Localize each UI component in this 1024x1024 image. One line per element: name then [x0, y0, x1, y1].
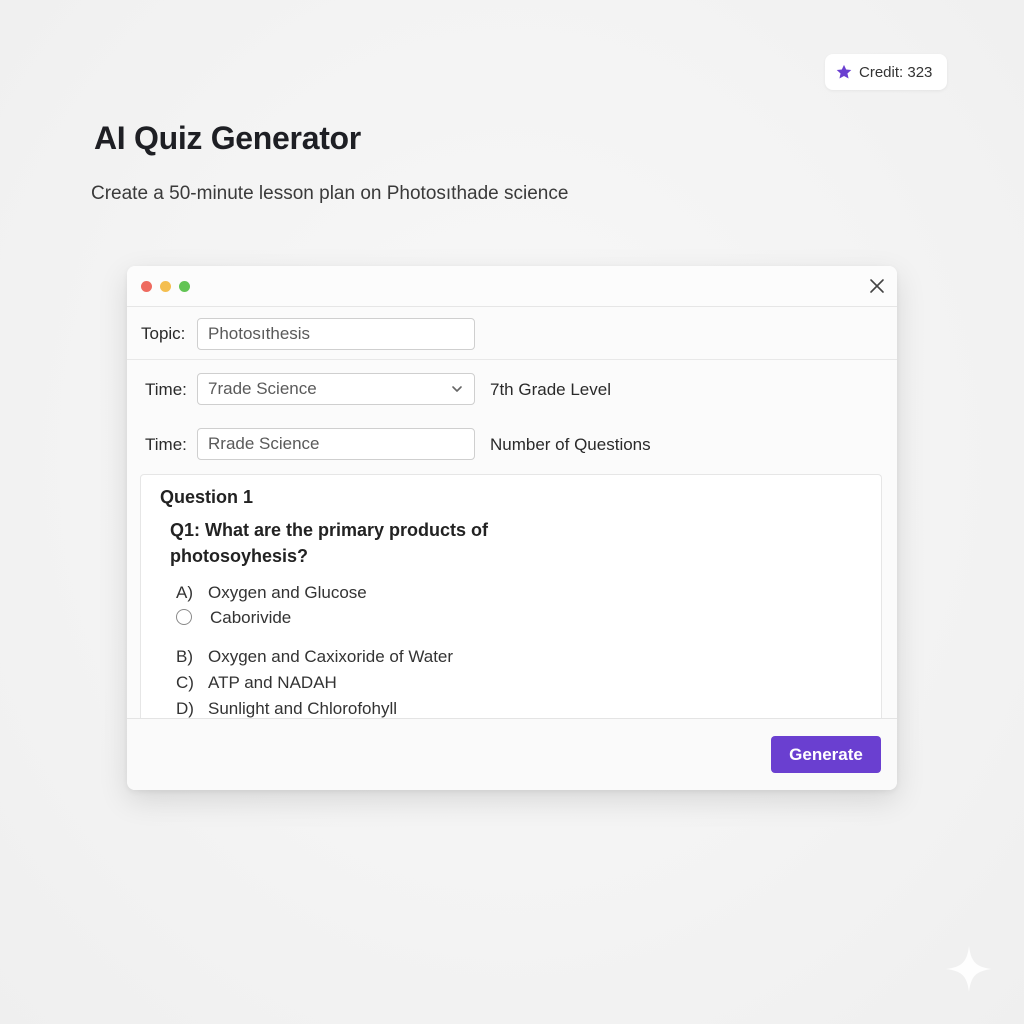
- question-heading: Question 1: [160, 487, 254, 507]
- page-title: AI Quiz Generator: [94, 120, 361, 156]
- grade-select[interactable]: 7rade Science: [197, 373, 475, 405]
- option-d[interactable]: D) Sunlight and Chlorofohyll: [176, 699, 397, 718]
- option-radio-label: Caborivide: [210, 608, 291, 628]
- option-c[interactable]: C) ATP and NADAH: [176, 673, 337, 693]
- topic-input[interactable]: Photosıthesis: [197, 318, 475, 350]
- grade-label: Time:: [145, 380, 187, 399]
- option-letter: B): [176, 647, 193, 666]
- page-subtitle: Create a 50-minute lesson plan on Photos…: [91, 183, 569, 204]
- option-text: Sunlight and Chlorofohyll: [208, 699, 398, 718]
- grade-level-label: 7th Grade Level: [490, 380, 611, 399]
- grade-select-value: 7rade Science: [208, 379, 317, 398]
- number-of-questions-label: Number of Questions: [490, 435, 651, 454]
- topic-label: Topic:: [141, 324, 186, 343]
- questions-input[interactable]: Rrade Science: [197, 428, 475, 460]
- option-radio[interactable]: [176, 609, 192, 625]
- window-close-dot[interactable]: [141, 281, 152, 292]
- generate-button[interactable]: Generate: [771, 736, 881, 773]
- option-b[interactable]: B) Oxygen and Caxixoride of Water: [176, 647, 453, 667]
- questions-label: Time:: [145, 435, 187, 454]
- questions-input-value: Rrade Science: [208, 434, 320, 453]
- option-text: Oxygen and Glucose: [208, 583, 367, 602]
- option-letter: D): [176, 699, 194, 718]
- window-minimize-dot[interactable]: [160, 281, 171, 292]
- window-maximize-dot[interactable]: [179, 281, 190, 292]
- credit-badge: Credit: 323: [825, 54, 947, 90]
- window-titlebar: [127, 266, 897, 307]
- question-card: Question 1 Q1: What are the primary prod…: [140, 474, 882, 718]
- topic-divider: [127, 359, 897, 360]
- quiz-generator-window: Topic: Photosıthesis Time: 7rade Science…: [127, 266, 897, 790]
- question-text: Q1: What are the primary products of pho…: [170, 520, 489, 566]
- sparkle-icon: [946, 946, 992, 992]
- option-text: Caborivide: [210, 608, 292, 627]
- option-text: Oxygen and Caxixoride of Water: [208, 647, 454, 666]
- option-letter: C): [176, 673, 194, 692]
- option-a[interactable]: A) Oxygen and Glucose: [176, 583, 367, 603]
- star-icon: [835, 63, 853, 81]
- option-text: ATP and NADAH: [208, 673, 337, 692]
- chevron-down-icon: [452, 386, 462, 392]
- topic-input-value: Photosıthesis: [208, 324, 311, 343]
- option-letter: A): [176, 583, 193, 602]
- close-icon[interactable]: [865, 274, 889, 298]
- window-footer: Generate: [127, 718, 897, 790]
- credit-label: Credit: 323: [859, 63, 933, 81]
